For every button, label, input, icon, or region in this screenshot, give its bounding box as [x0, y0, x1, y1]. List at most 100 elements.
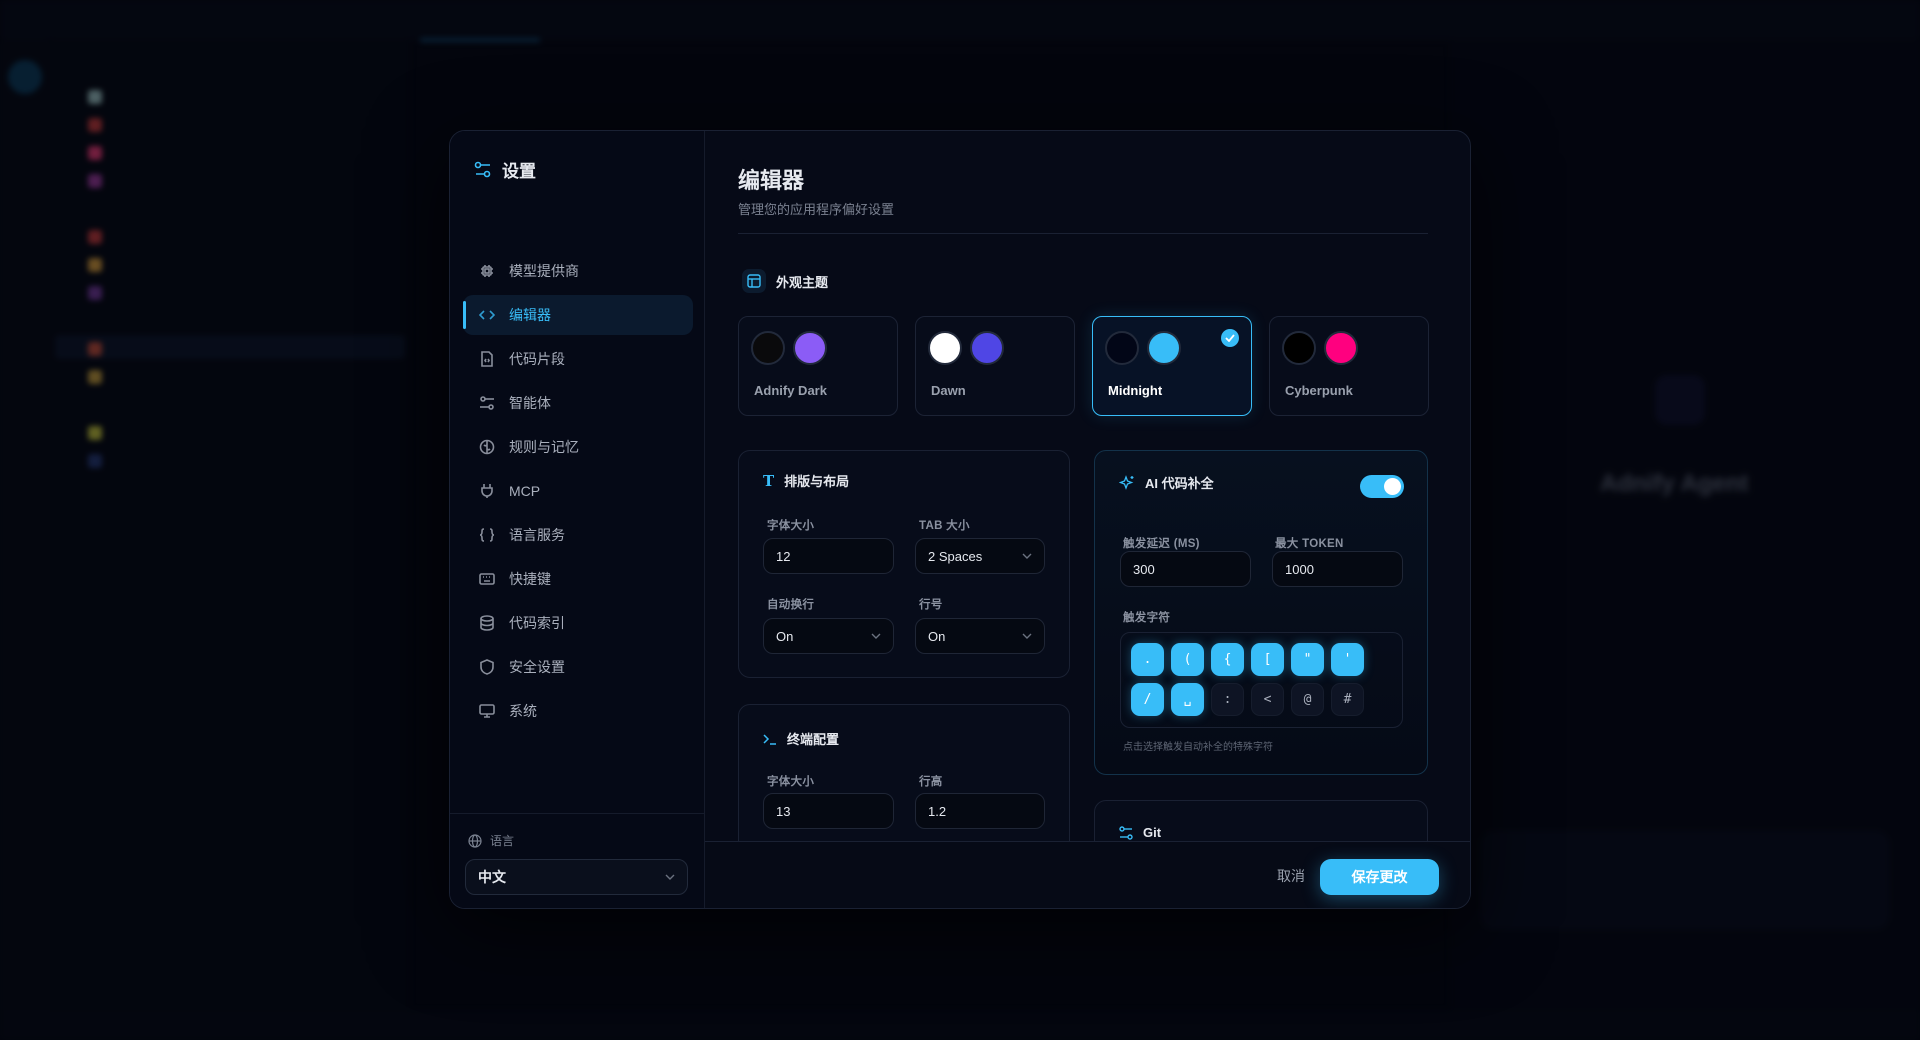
ai-completion-title: AI 代码补全 [1145, 476, 1214, 491]
language-select[interactable]: 中文 [465, 859, 688, 895]
page-title: 编辑器 [738, 168, 805, 193]
tab-size-label: TAB 大小 [919, 520, 970, 532]
sidebar-item-8[interactable]: 代码索引 [463, 603, 693, 643]
appearance-header: 外观主题 [742, 269, 828, 293]
dialog-footer: 取消 保存更改 [705, 841, 1470, 908]
settings-title-text: 设置 [502, 162, 536, 181]
trigger-char-chip[interactable]: ' [1331, 643, 1364, 676]
trigger-char-chip[interactable]: / [1131, 683, 1164, 716]
sidebar-item-0[interactable]: 模型提供商 [463, 251, 693, 291]
trigger-char-chip[interactable]: ␣ [1171, 683, 1204, 716]
page-subtitle: 管理您的应用程序偏好设置 [738, 202, 895, 217]
monitor-icon [479, 704, 495, 718]
typography-card: T 排版与布局 字体大小 12 TAB 大小 2 Spaces 自动换行 On … [738, 450, 1070, 678]
file-code-icon [481, 351, 493, 367]
trigger-chars-box: .({[" ' / ␣: < @ # [1120, 632, 1403, 728]
max-token-input[interactable]: 1000 [1272, 551, 1403, 587]
code-icon [479, 310, 495, 320]
theme-color-swatch [928, 331, 962, 365]
theme-color-swatch [1147, 331, 1181, 365]
sidebar-item-label: 安全设置 [509, 659, 565, 675]
language-section: 语言 中文 [450, 813, 705, 908]
terminal-font-size-input[interactable]: 13 [763, 793, 894, 829]
theme-card-3[interactable]: Cyberpunk [1269, 316, 1429, 416]
globe-icon [468, 833, 482, 848]
line-height-label: 行高 [919, 776, 943, 788]
sidebar-item-4[interactable]: 规则与记忆 [463, 427, 693, 467]
divider [738, 233, 1428, 234]
sidebar-item-3[interactable]: 智能体 [463, 383, 693, 423]
sidebar-item-5[interactable]: MCP [463, 471, 693, 511]
theme-card-2[interactable]: Midnight [1092, 316, 1252, 416]
sidebar-item-9[interactable]: 安全设置 [463, 647, 693, 687]
ai-completion-card: AI 代码补全 触发延迟 (MS) 300 最大 TOKEN 1000 触发字符… [1094, 450, 1428, 775]
chevron-down-icon [1022, 553, 1032, 559]
theme-color-swatch [1105, 331, 1139, 365]
trigger-char-chip[interactable]: { [1211, 643, 1244, 676]
trigger-char-chip[interactable]: < [1251, 683, 1284, 716]
trigger-char-chip[interactable]: # [1331, 683, 1364, 716]
settings-dialog: 设置 模型提供商 编辑器 代码片段 智能体 规则与记忆 MCP 语言服务 快捷键 代码索引 安全设… [449, 130, 1471, 909]
sidebar-item-2[interactable]: 代码片段 [463, 339, 693, 379]
trigger-char-chip[interactable]: [ [1251, 643, 1284, 676]
type-icon: T [763, 471, 775, 490]
word-wrap-label: 自动换行 [767, 599, 815, 611]
theme-color-swatch [1324, 331, 1358, 365]
braces-icon [479, 528, 495, 542]
sidebar-item-6[interactable]: 语言服务 [463, 515, 693, 555]
theme-color-swatch [1282, 331, 1316, 365]
word-wrap-select[interactable]: On [763, 618, 894, 654]
git-header: Git [1119, 825, 1161, 840]
theme-name: Dawn [931, 383, 966, 398]
line-height-input[interactable]: 1.2 [915, 793, 1045, 829]
sparkles-icon [1119, 474, 1134, 490]
sidebar-item-1[interactable]: 编辑器 [463, 295, 693, 335]
ai-completion-header: AI 代码补全 [1119, 473, 1214, 492]
agent-title: Adnify Agent [1600, 470, 1749, 497]
sidebar-item-7[interactable]: 快捷键 [463, 559, 693, 599]
trigger-char-chip[interactable]: " [1291, 643, 1324, 676]
database-icon [480, 615, 494, 631]
line-numbers-select[interactable]: On [915, 618, 1045, 654]
trigger-char-chip[interactable]: : [1211, 683, 1244, 716]
plug-icon [481, 484, 493, 498]
font-size-label: 字体大小 [767, 520, 815, 532]
tab-size-select[interactable]: 2 Spaces [915, 538, 1045, 574]
theme-card-1[interactable]: Dawn [915, 316, 1075, 416]
theme-color-swatch [751, 331, 785, 365]
sidebar-item-label: 模型提供商 [509, 263, 579, 279]
trigger-char-chip[interactable]: . [1131, 643, 1164, 676]
chevron-down-icon [871, 633, 881, 639]
sidebar-item-10[interactable]: 系统 [463, 691, 693, 731]
terminal-title: 终端配置 [787, 732, 840, 747]
sidebar-item-label: 规则与记忆 [509, 439, 579, 455]
settings-title: 设置 [474, 157, 536, 182]
appearance-title: 外观主题 [776, 274, 829, 290]
check-icon [1221, 329, 1239, 347]
terminal-card: 终端配置 字体大小 13 行高 1.2 [738, 704, 1070, 841]
sliders-icon [480, 396, 494, 410]
sidebar-item-label: 语言服务 [509, 527, 565, 543]
theme-card-0[interactable]: Adnify Dark [738, 316, 898, 416]
shield-icon [480, 659, 494, 675]
language-label: 语言 [490, 834, 515, 848]
language-value: 中文 [478, 869, 506, 885]
trigger-char-chip[interactable]: @ [1291, 683, 1324, 716]
theme-name: Midnight [1108, 383, 1163, 398]
typography-header: T 排版与布局 [763, 471, 849, 490]
trigger-char-chip[interactable]: ( [1171, 643, 1204, 676]
cancel-button[interactable]: 取消 [1277, 866, 1305, 886]
chevron-down-icon [665, 874, 675, 880]
sidebar-item-label: 代码索引 [509, 615, 565, 631]
terminal-header: 终端配置 [763, 729, 839, 748]
settings-sidebar: 设置 模型提供商编辑器 代码片段 智能体规则与记忆 MCP 语言服务快捷键代码索引安全设… [450, 131, 705, 908]
settings-sliders-icon [474, 161, 491, 177]
font-size-input[interactable]: 12 [763, 538, 894, 574]
trigger-hint: 点击选择触发自动补全的特殊字符 [1123, 742, 1273, 753]
delay-input[interactable]: 300 [1120, 551, 1251, 587]
sidebar-item-label: 快捷键 [509, 571, 551, 587]
keyboard-icon [479, 573, 495, 585]
ai-completion-toggle[interactable] [1360, 475, 1404, 498]
chevron-down-icon [1022, 633, 1032, 639]
save-button[interactable]: 保存更改 [1320, 859, 1439, 895]
